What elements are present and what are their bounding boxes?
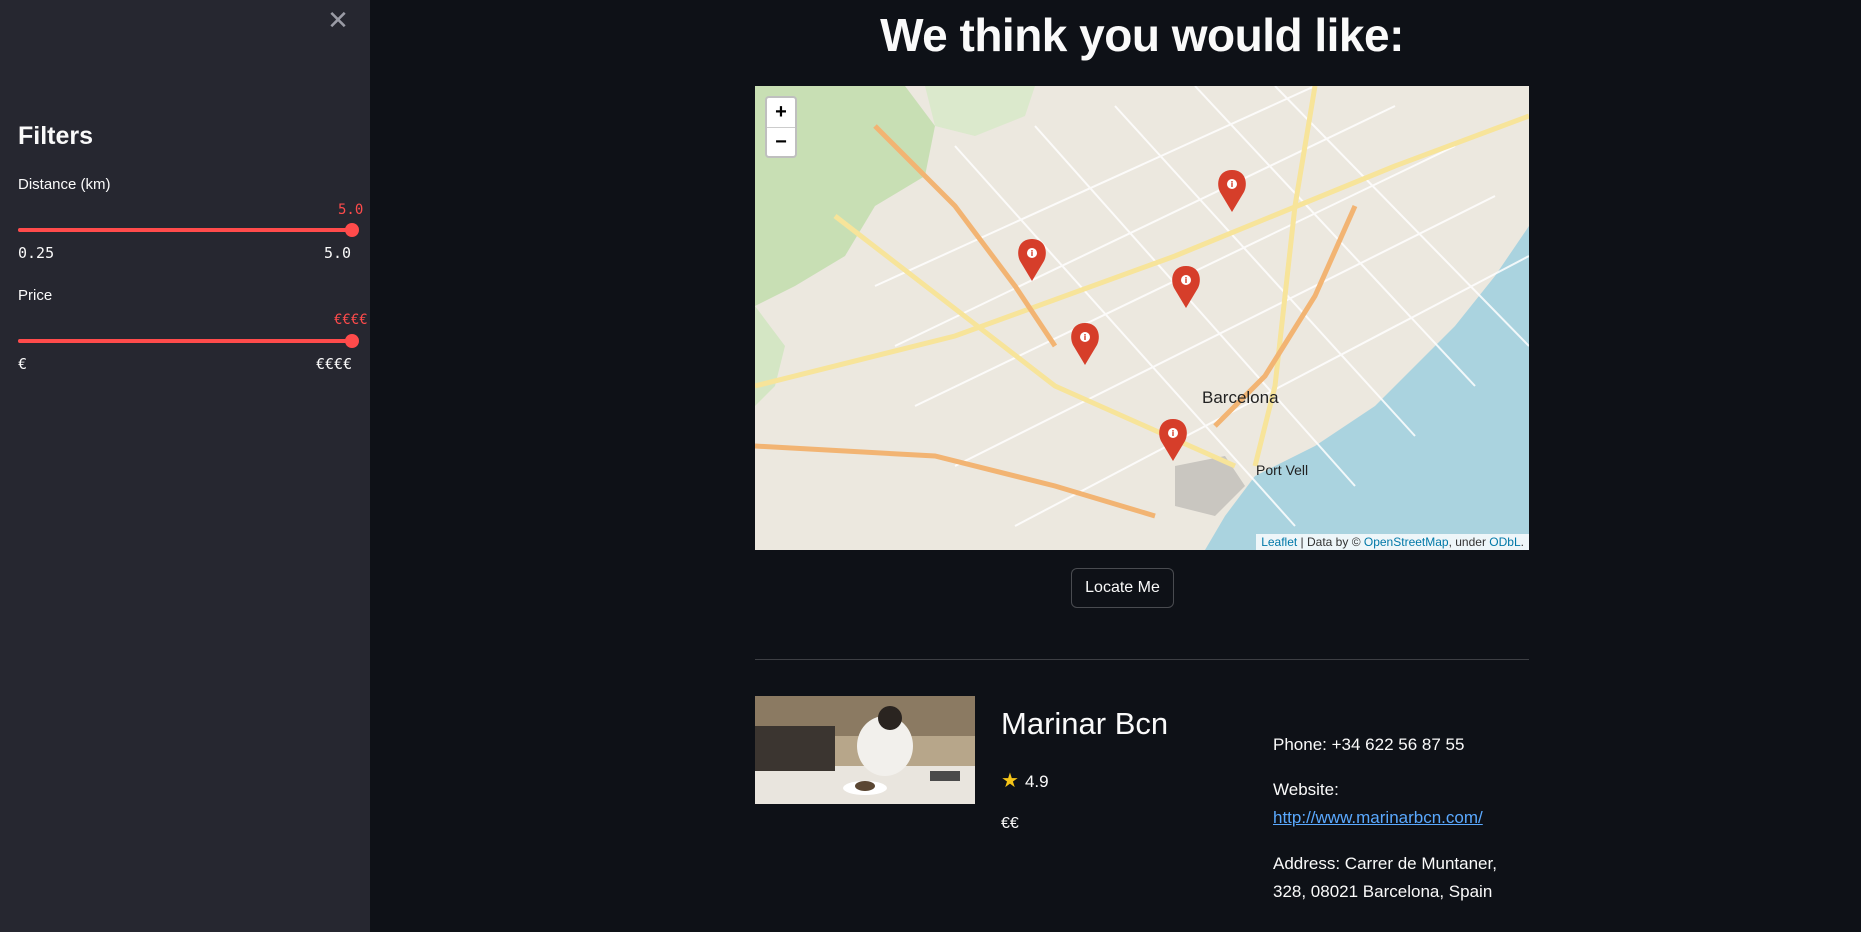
price-label: Price xyxy=(18,287,53,304)
price-slider-fill xyxy=(18,339,352,343)
zoom-in-button[interactable]: + xyxy=(767,98,795,128)
price-min: € xyxy=(18,355,28,373)
restaurant-address: Address: Carrer de Muntaner, 328, 08021 … xyxy=(1273,854,1497,901)
close-sidebar-icon[interactable]: ✕ xyxy=(327,8,349,34)
restaurant-price: €€ xyxy=(1001,815,1019,832)
svg-text:i: i xyxy=(1031,249,1034,258)
divider xyxy=(755,659,1529,660)
star-icon: ★ xyxy=(1001,770,1019,792)
website-label: Website: xyxy=(1273,780,1339,799)
zoom-out-button[interactable]: − xyxy=(767,128,795,157)
price-slider-handle[interactable] xyxy=(345,334,359,348)
svg-text:i: i xyxy=(1185,276,1188,285)
leaflet-link[interactable]: Leaflet xyxy=(1261,535,1297,549)
openstreetmap-link[interactable]: OpenStreetMap xyxy=(1364,535,1449,549)
page-title: We think you would like: xyxy=(880,9,1404,61)
restaurant-name: Marinar Bcn xyxy=(1001,706,1169,741)
map-attribution: Leaflet | Data by © OpenStreetMap, under… xyxy=(1256,534,1529,550)
distance-value: 5.0 xyxy=(338,202,364,218)
distance-slider-fill xyxy=(18,228,352,232)
sidebar: ✕ Filters Distance (km) 5.0 0.25 5.0 Pri… xyxy=(0,0,370,932)
zoom-control: + − xyxy=(765,96,797,158)
restaurant-website-link[interactable]: http://www.marinarbcn.com/ xyxy=(1273,808,1483,827)
filters-heading: Filters xyxy=(18,122,94,150)
distance-min: 0.25 xyxy=(18,244,55,262)
rating-value: 4.9 xyxy=(1024,772,1049,791)
price-slider[interactable] xyxy=(18,334,359,348)
distance-slider[interactable] xyxy=(18,223,359,237)
restaurant-rating: ★ 4.9 xyxy=(1001,768,1049,793)
map-label-port-vell: Port Vell xyxy=(1256,462,1309,478)
restaurant-phone: Phone: +34 622 56 87 55 xyxy=(1273,735,1465,754)
map[interactable]: i i i i i Barcelona Port Vell + − Leafle… xyxy=(755,86,1529,550)
distance-max: 5.0 xyxy=(324,244,352,262)
locate-me-button[interactable]: Locate Me xyxy=(1071,568,1174,608)
attribution-end: . xyxy=(1520,535,1524,549)
map-label-barcelona: Barcelona xyxy=(1202,388,1279,407)
svg-text:i: i xyxy=(1084,333,1087,342)
svg-text:i: i xyxy=(1172,429,1175,438)
restaurant-photo xyxy=(755,696,975,804)
map-tiles: i i i i i xyxy=(755,86,1529,550)
svg-text:i: i xyxy=(1231,180,1234,189)
price-max: €€€€ xyxy=(316,355,353,373)
distance-label: Distance (km) xyxy=(18,176,111,193)
odbl-link[interactable]: ODbL xyxy=(1489,535,1520,549)
attribution-text: | Data by © xyxy=(1297,535,1364,549)
distance-slider-handle[interactable] xyxy=(345,223,359,237)
attribution-text-2: , under xyxy=(1448,535,1490,549)
price-value: €€€€ xyxy=(334,312,368,328)
